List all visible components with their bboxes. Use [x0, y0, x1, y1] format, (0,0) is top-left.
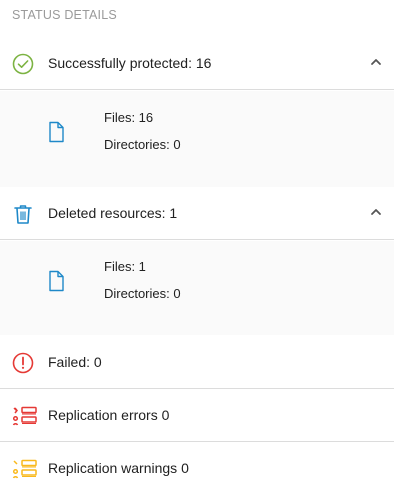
status-label-protected: Successfully protected: 16	[48, 55, 212, 71]
status-row-failed[interactable]: Failed: 0	[0, 337, 394, 389]
status-label-replication-warnings: Replication warnings 0	[48, 460, 189, 476]
file-icon	[49, 121, 64, 143]
replication-error-icon	[12, 406, 37, 426]
chevron-up-icon[interactable]	[370, 207, 382, 217]
check-circle-icon	[12, 53, 34, 75]
section-title: STATUS DETAILS	[12, 8, 117, 22]
trash-icon	[14, 205, 32, 224]
status-row-replication-errors[interactable]: Replication errors 0	[0, 390, 394, 442]
directories-count: Directories: 0	[104, 137, 181, 152]
alert-circle-icon	[12, 352, 34, 374]
file-icon	[49, 270, 64, 292]
status-label-deleted: Deleted resources: 1	[48, 205, 178, 221]
status-label-replication-errors: Replication errors 0	[48, 407, 170, 423]
replication-warning-icon	[12, 459, 37, 479]
protected-details: Files: 16 Directories: 0	[0, 91, 394, 187]
deleted-details: Files: 1 Directories: 0	[0, 241, 394, 335]
status-label-failed: Failed: 0	[48, 354, 102, 370]
directories-count: Directories: 0	[104, 286, 181, 301]
files-count: Files: 16	[104, 110, 154, 125]
chevron-up-icon[interactable]	[370, 57, 382, 67]
status-row-deleted[interactable]: Deleted resources: 1	[0, 188, 394, 240]
files-count: Files: 1	[104, 259, 146, 274]
status-row-protected[interactable]: Successfully protected: 16	[0, 38, 394, 90]
status-row-replication-warnings[interactable]: Replication warnings 0	[0, 443, 394, 492]
status-details-panel: STATUS DETAILS Successfully protected: 1…	[0, 0, 394, 492]
